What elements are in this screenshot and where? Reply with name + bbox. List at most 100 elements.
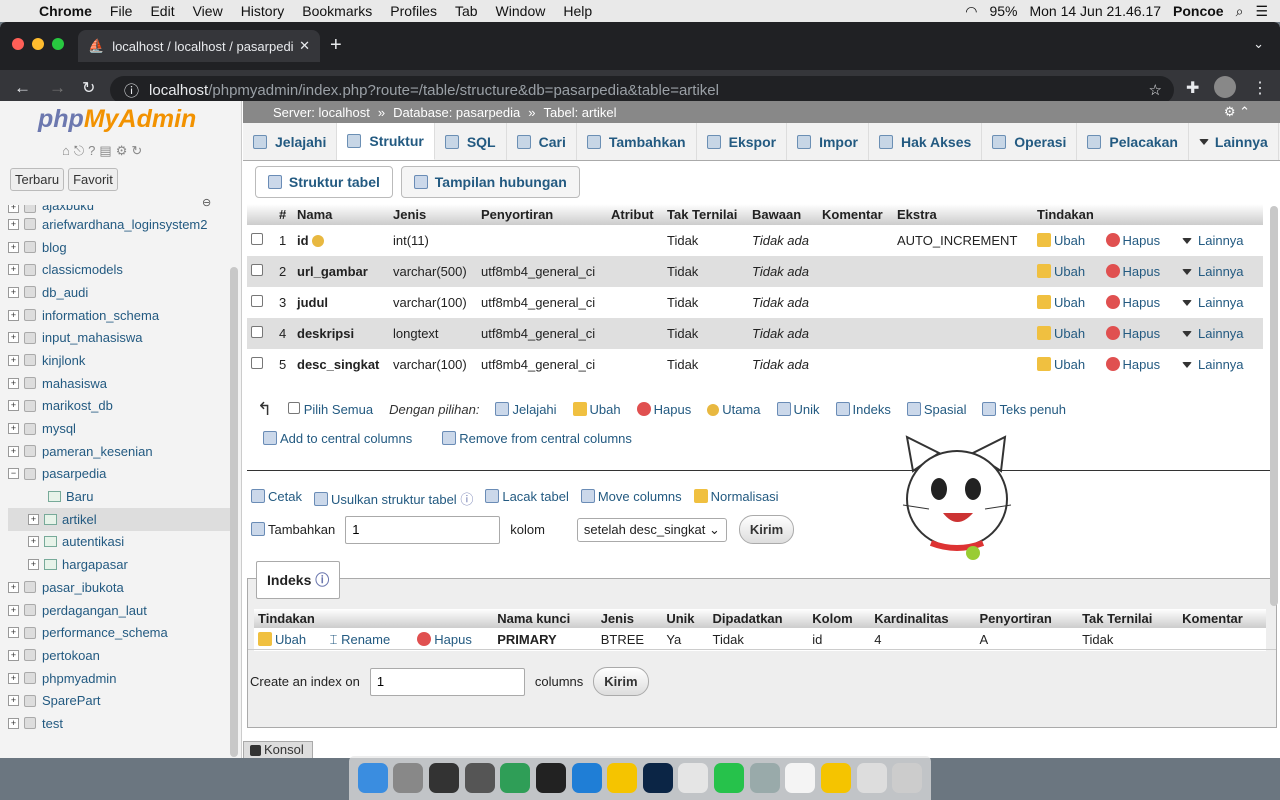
edit-link[interactable]: Ubah: [1033, 349, 1102, 380]
db-item[interactable]: + perdagangan_laut: [8, 599, 230, 622]
logout-icon[interactable]: ⎋: [74, 143, 84, 159]
tab-browse[interactable]: Jelajahi: [243, 123, 338, 160]
tab-search[interactable]: Cari: [507, 123, 577, 160]
drop-link[interactable]: Hapus: [1101, 287, 1178, 318]
normalize-link[interactable]: Normalisasi: [693, 489, 779, 508]
help-icon[interactable]: ⓘ: [315, 572, 329, 588]
subtab-table-structure[interactable]: Struktur tabel: [255, 166, 393, 198]
more-dropdown[interactable]: Lainnya: [1178, 287, 1263, 318]
help-icon[interactable]: ?: [88, 143, 95, 159]
db-item[interactable]: + input_mahasiswa: [8, 326, 230, 349]
db-item[interactable]: + mysql: [8, 417, 230, 440]
table-item-artikel[interactable]: + artikel: [8, 507, 230, 531]
column-position-select[interactable]: setelah desc_singkat ⌄: [576, 517, 727, 542]
tab-insert[interactable]: Tambahkan: [577, 123, 697, 160]
cyberduck-icon[interactable]: [607, 763, 638, 793]
db-item[interactable]: + pameran_kesenian: [8, 440, 230, 463]
db-item[interactable]: + performance_schema: [8, 621, 230, 644]
create-index-submit-button[interactable]: Kirim: [593, 667, 649, 696]
tab-search-icon[interactable]: ⌄: [1253, 36, 1264, 52]
tab-operations[interactable]: Operasi: [982, 123, 1078, 160]
db-item[interactable]: + pertokoan: [8, 644, 230, 667]
edit-link[interactable]: Ubah: [1033, 287, 1102, 318]
site-info-icon[interactable]: ⓘ: [124, 80, 139, 101]
close-tab-icon[interactable]: ✕: [299, 38, 310, 54]
system-preferences-icon[interactable]: [749, 763, 780, 793]
main-scrollbar[interactable]: [1270, 206, 1278, 606]
bulk-drop-button[interactable]: Hapus: [636, 402, 691, 417]
remove-central-columns-link[interactable]: Remove from central columns: [442, 431, 632, 446]
final-cut-icon[interactable]: [429, 763, 460, 793]
control-center-icon[interactable]: ☰: [1255, 3, 1268, 20]
chrome-menu-icon[interactable]: ⋮: [1252, 78, 1268, 98]
drop-link[interactable]: Hapus: [1101, 349, 1178, 380]
db-item[interactable]: + SparePart: [8, 689, 230, 712]
recent-button[interactable]: Terbaru: [10, 168, 65, 191]
tab-privileges[interactable]: Hak Akses: [869, 123, 983, 160]
index-edit-link[interactable]: Ubah: [254, 628, 326, 651]
index-rename-link[interactable]: ⌶ Rename: [325, 628, 414, 651]
close-window-icon[interactable]: [12, 38, 24, 50]
db-item[interactable]: + phpmyadmin: [8, 667, 230, 690]
clock[interactable]: Mon 14 Jun 21.46.17: [1029, 3, 1161, 19]
maps-icon[interactable]: [500, 763, 531, 793]
reload-icon[interactable]: ↻: [82, 78, 95, 98]
search-icon[interactable]: ⌕: [1236, 3, 1244, 20]
add-central-columns-link[interactable]: Add to central columns: [263, 431, 412, 446]
breadcrumb-database[interactable]: Database: pasarpedia: [393, 105, 520, 120]
add-columns-submit-button[interactable]: Kirim: [738, 515, 795, 544]
db-item[interactable]: + information_schema: [8, 304, 230, 327]
url-bar[interactable]: ⓘ localhost/phpmyadmin/index.php?route=/…: [110, 76, 1174, 104]
edit-link[interactable]: Ubah: [1033, 256, 1102, 287]
db-item[interactable]: + ajaxbuku: [8, 205, 230, 213]
chrome-icon[interactable]: [678, 763, 709, 793]
favorites-button[interactable]: Favorit: [68, 168, 118, 191]
tab-sql[interactable]: SQL: [435, 123, 507, 160]
menu-profiles[interactable]: Profiles: [390, 3, 437, 19]
menu-file[interactable]: File: [110, 3, 133, 19]
db-item[interactable]: + blog: [8, 236, 230, 259]
user-name[interactable]: Poncoe: [1173, 3, 1224, 19]
tab-import[interactable]: Impor: [787, 123, 869, 160]
tab-structure[interactable]: Struktur: [337, 123, 435, 160]
row-checkbox[interactable]: [251, 233, 263, 245]
bulk-browse-button[interactable]: Jelajahi: [495, 402, 557, 417]
db-item[interactable]: + ariefwardhana_loginsystem2: [8, 213, 230, 236]
maximize-window-icon[interactable]: [52, 38, 64, 50]
bulk-fulltext-button[interactable]: Teks penuh: [982, 402, 1066, 417]
menu-view[interactable]: View: [193, 3, 223, 19]
table-item-new[interactable]: Baru: [8, 485, 230, 508]
menu-app-name[interactable]: Chrome: [39, 3, 92, 19]
db-item[interactable]: + mahasiswa: [8, 372, 230, 395]
bookmark-star-icon[interactable]: ☆: [1149, 81, 1162, 99]
tab-export[interactable]: Ekspor: [697, 123, 788, 160]
add-columns-count-input[interactable]: [345, 515, 501, 544]
system-info-icon[interactable]: [464, 763, 495, 793]
tab-more[interactable]: Lainnya: [1189, 123, 1279, 160]
breadcrumb-server[interactable]: Server: localhost: [273, 105, 370, 120]
row-checkbox[interactable]: [251, 357, 263, 369]
move-columns-link[interactable]: Move columns: [580, 489, 682, 508]
menu-history[interactable]: History: [241, 3, 285, 19]
wifi-icon[interactable]: ◠: [965, 3, 977, 20]
print-link[interactable]: Cetak: [251, 489, 302, 508]
menu-tab[interactable]: Tab: [455, 3, 478, 19]
downloads-stack-icon[interactable]: [856, 763, 887, 793]
home-icon[interactable]: ⌂: [62, 143, 70, 159]
more-dropdown[interactable]: Lainnya: [1178, 256, 1263, 287]
track-table-link[interactable]: Lacak tabel: [485, 489, 569, 508]
settings-gear-icon[interactable]: ⚙ ⌃: [1224, 104, 1250, 120]
trash-icon[interactable]: [892, 763, 923, 793]
row-checkbox[interactable]: [251, 295, 263, 307]
photoshop-icon[interactable]: [642, 763, 673, 793]
check-all[interactable]: Pilih Semua: [288, 402, 373, 417]
db-item[interactable]: + db_audi: [8, 281, 230, 304]
check-all-checkbox[interactable]: [288, 402, 301, 414]
subtab-relation-view[interactable]: Tampilan hubungan: [400, 166, 580, 198]
col-header[interactable]: Nama: [293, 204, 389, 225]
db-item-pasarpedia[interactable]: − pasarpedia: [8, 463, 230, 486]
breadcrumb-table[interactable]: Tabel: artikel: [544, 105, 617, 120]
tab-tracking[interactable]: Pelacakan: [1077, 123, 1189, 160]
more-dropdown[interactable]: Lainnya: [1178, 318, 1263, 349]
row-checkbox[interactable]: [251, 326, 263, 338]
